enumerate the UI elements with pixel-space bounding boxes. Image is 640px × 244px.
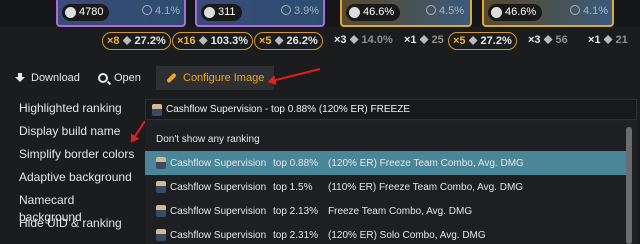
stat-icon	[349, 35, 359, 44]
character-card-strip: 4780 4.1% 311 3.9% 46.6% 4.5% 46.6% 4.1%	[0, 0, 640, 27]
open-button[interactable]: Open	[98, 66, 141, 90]
scrollbar-thumb[interactable]	[626, 127, 632, 244]
stat-icon	[426, 5, 436, 15]
shield-icon	[65, 7, 76, 18]
substat-chip: ×3 56	[528, 34, 568, 46]
menu-item[interactable]: Cashflow Supervision top 0.88% (120% ER)…	[145, 151, 627, 175]
option-namecard-background[interactable]: Namecard background	[10, 192, 135, 224]
character-icon	[152, 103, 162, 116]
snowflake-icon	[491, 7, 502, 18]
character-card[interactable]: 311 3.9%	[195, 0, 325, 27]
stat-icon	[570, 5, 580, 15]
character-icon	[156, 181, 166, 193]
substat-chip: ×8 27.2%	[102, 32, 171, 50]
ranking-menu: Don't show any ranking Cashflow Supervis…	[145, 127, 627, 244]
stat-icon	[122, 36, 132, 45]
substat-chip: ×3 14.0%	[334, 34, 393, 46]
menu-scrollbar[interactable]	[626, 127, 632, 244]
download-icon	[15, 73, 25, 83]
stat-icon	[543, 35, 553, 44]
search-icon	[98, 73, 108, 83]
brush-icon	[166, 72, 177, 84]
ranking-select[interactable]: Cashflow Supervision - top 0.88% (120% E…	[145, 99, 637, 120]
character-card[interactable]: 46.6% 4.1%	[482, 0, 614, 27]
stat-pill: 46.6%	[488, 4, 543, 21]
character-card[interactable]: 46.6% 4.5%	[340, 0, 472, 27]
stat-icon	[419, 35, 429, 44]
option-highlighted-ranking[interactable]: Highlighted ranking	[10, 100, 135, 123]
menu-item[interactable]: Cashflow Supervision top 1.5% (110% ER) …	[145, 175, 627, 199]
character-icon	[156, 205, 166, 217]
option-hide-uid-ranking[interactable]: Hide UID & ranking	[10, 215, 135, 238]
stat-icon	[274, 36, 284, 45]
substat-chip: ×1 25	[404, 34, 444, 46]
download-button[interactable]: Download	[15, 66, 80, 90]
stat-pill: 4780	[62, 4, 110, 21]
substat-chip: ×16 103.3%	[172, 32, 253, 50]
character-icon	[156, 229, 166, 241]
sword-icon	[204, 7, 215, 18]
ranking-dropdown: Cashflow Supervision - top 0.88% (120% E…	[145, 99, 637, 244]
image-settings-list: Highlighted ranking Display build name S…	[10, 100, 135, 238]
substat-summary-row: ×8 27.2% ×16 103.3% ×5 26.2% ×3 14.0% ×1 25 ×…	[0, 32, 640, 50]
option-adaptive-background[interactable]: Adaptive background	[10, 169, 135, 192]
option-simplify-border-colors[interactable]: Simplify border colors	[10, 146, 135, 169]
menu-item[interactable]: Cashflow Supervision top 2.31% (120% ER)…	[145, 223, 627, 244]
menu-item[interactable]: Cashflow Supervision top 2.13% Freeze Te…	[145, 199, 627, 223]
stat-pill: 46.6%	[346, 4, 401, 21]
substat-chip: ×5 26.2%	[254, 32, 323, 50]
stat-icon	[198, 36, 208, 45]
character-icon	[156, 157, 166, 169]
stat-icon	[142, 5, 152, 15]
stat-pill: 311	[201, 4, 242, 21]
sword-icon	[349, 7, 360, 18]
stat-icon	[281, 5, 291, 15]
character-card[interactable]: 4780 4.1%	[56, 0, 186, 27]
substat-chip: ×1 21	[588, 34, 628, 46]
stat-icon	[468, 36, 478, 45]
stat-icon	[603, 35, 613, 44]
configure-image-button[interactable]: Configure Image	[156, 66, 275, 90]
substat-chip: ×5 27.2%	[448, 32, 517, 50]
option-display-build-name[interactable]: Display build name	[10, 123, 135, 146]
menu-item-none[interactable]: Don't show any ranking	[145, 127, 627, 151]
